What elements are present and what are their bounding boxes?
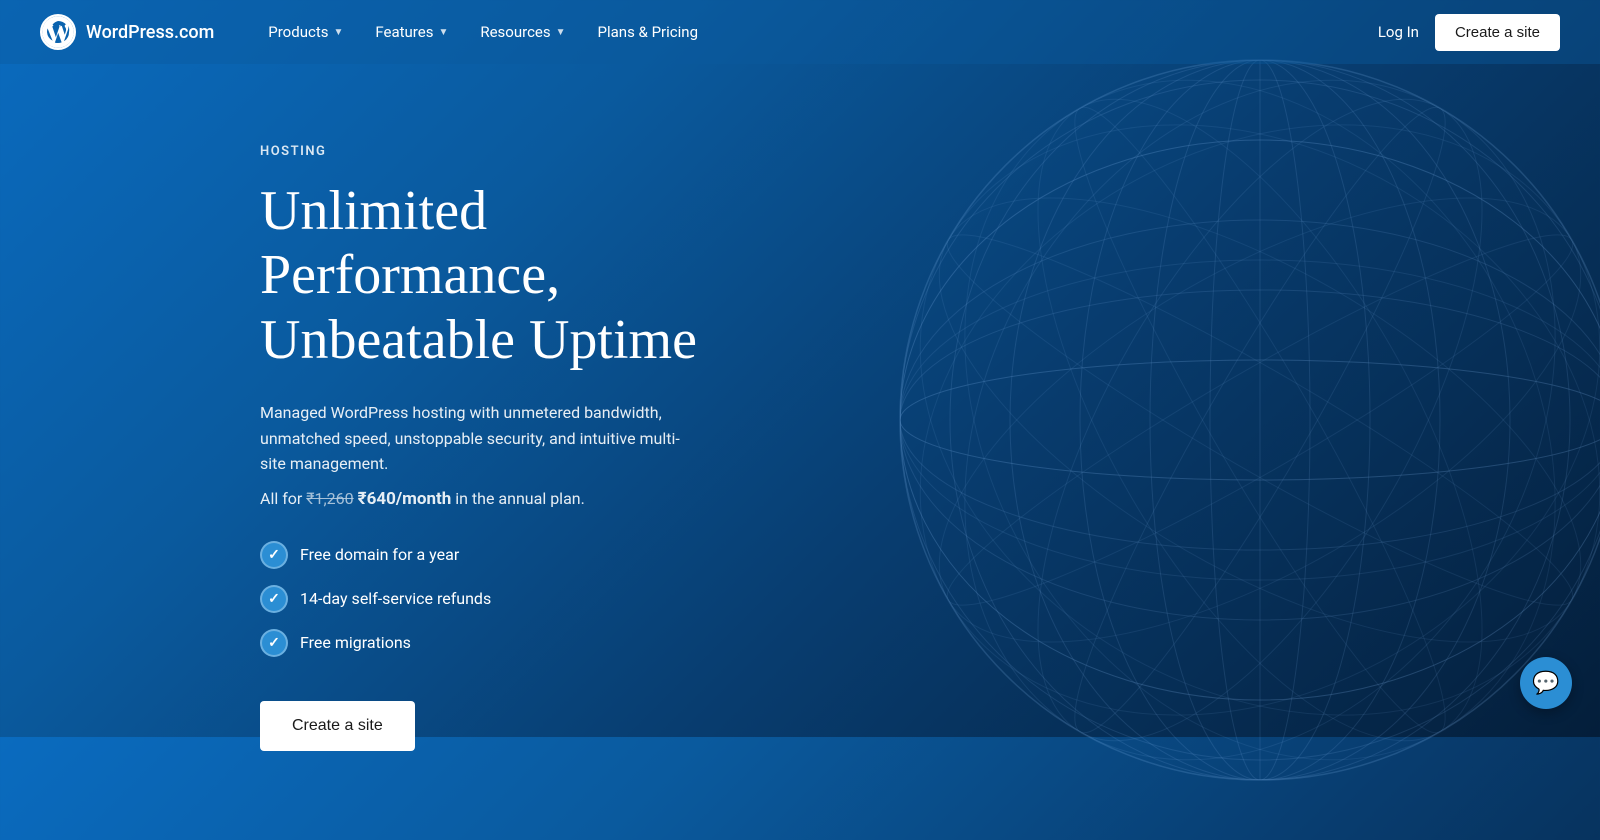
- list-item: Free domain for a year: [260, 541, 700, 569]
- nav-create-site-button[interactable]: Create a site: [1435, 14, 1560, 51]
- nav-features[interactable]: Features ▼: [361, 15, 462, 49]
- check-icon: [260, 585, 288, 613]
- list-item: 14-day self-service refunds: [260, 585, 700, 613]
- login-link[interactable]: Log In: [1378, 23, 1419, 41]
- hero-title: Unlimited Performance, Unbeatable Uptime: [260, 179, 700, 372]
- discounted-price: ₹640/month: [358, 489, 452, 509]
- hero-description: Managed WordPress hosting with unmetered…: [260, 400, 700, 477]
- pricing-line: All for ₹1,260 ₹640/month in the annual …: [260, 489, 700, 509]
- hero-section: HOSTING Unlimited Performance, Unbeatabl…: [0, 64, 700, 751]
- features-arrow-icon: ▼: [438, 27, 448, 38]
- list-item: Free migrations: [260, 629, 700, 657]
- nav-resources[interactable]: Resources ▼: [466, 15, 579, 49]
- logo-link[interactable]: WordPress.com: [40, 14, 214, 50]
- original-price: ₹1,260: [306, 489, 353, 508]
- nav-right: Log In Create a site: [1378, 14, 1560, 51]
- check-icon: [260, 541, 288, 569]
- chat-support-button[interactable]: 💬: [1520, 657, 1572, 709]
- chat-icon: 💬: [1532, 670, 1559, 696]
- products-arrow-icon: ▼: [333, 27, 343, 38]
- check-icon: [260, 629, 288, 657]
- resources-arrow-icon: ▼: [556, 27, 566, 38]
- globe-decoration: [860, 20, 1600, 840]
- features-list: Free domain for a year 14-day self-servi…: [260, 541, 700, 657]
- nav-links: Products ▼ Features ▼ Resources ▼ Plans …: [254, 15, 1378, 49]
- hero-create-site-button[interactable]: Create a site: [260, 701, 415, 751]
- section-label: HOSTING: [260, 144, 700, 159]
- nav-plans-pricing[interactable]: Plans & Pricing: [584, 15, 712, 49]
- nav-products[interactable]: Products ▼: [254, 15, 357, 49]
- logo-text: WordPress.com: [86, 22, 214, 43]
- navbar: WordPress.com Products ▼ Features ▼ Reso…: [0, 0, 1600, 64]
- wordpress-logo-icon: [40, 14, 76, 50]
